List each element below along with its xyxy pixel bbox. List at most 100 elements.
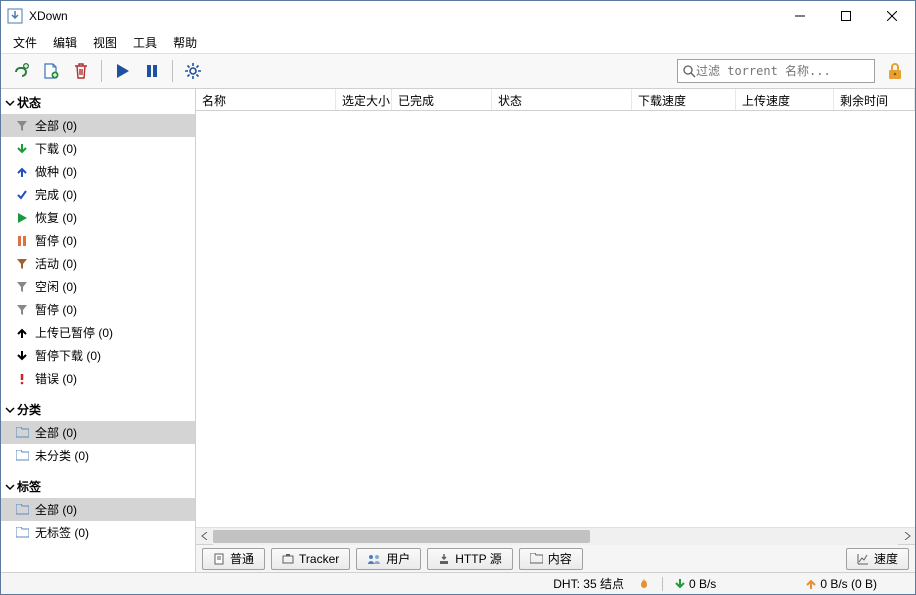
folder-icon [530,553,543,564]
sidebar-item-errored[interactable]: 错误 (0) [1,367,195,390]
column-dlspeed[interactable]: 下载速度 [632,89,736,110]
status-upload-text: 0 B/s (0 B) [820,577,877,591]
maximize-button[interactable] [823,1,869,31]
tab-tracker[interactable]: Tracker [271,548,350,570]
sidebar-item-label: 暂停 (0) [35,301,77,318]
tab-label: 用户 [386,550,410,567]
funnel-icon [15,119,29,133]
sidebar-item-download-paused[interactable]: 暂停下载 (0) [1,344,195,367]
check-icon [15,188,29,202]
sidebar-item-seeding[interactable]: 做种 (0) [1,160,195,183]
minimize-button[interactable] [777,1,823,31]
horizontal-scrollbar[interactable] [196,527,915,544]
tab-label: HTTP 源 [455,550,501,567]
sidebar-item-resumed[interactable]: 恢复 (0) [1,206,195,229]
menubar: 文件 编辑 视图 工具 帮助 [1,31,915,53]
funnel-stalled-icon [15,303,29,317]
play-icon [15,211,29,225]
lock-button[interactable] [881,57,909,85]
window-title: XDown [29,9,777,23]
column-status[interactable]: 状态 [492,89,632,110]
sidebar-item-cat-all[interactable]: 全部 (0) [1,421,195,444]
delete-button[interactable] [67,57,95,85]
status-dht[interactable]: DHT: 35 结点 [553,575,624,592]
sidebar: 状态 全部 (0) 下载 (0) 做种 (0) 完成 (0) 恢复 (0) 暂停… [1,89,196,572]
sidebar-item-stalled[interactable]: 暂停 (0) [1,298,195,321]
menu-view[interactable]: 视图 [85,32,125,53]
menu-edit[interactable]: 编辑 [45,32,85,53]
sidebar-item-cat-uncat[interactable]: 未分类 (0) [1,444,195,467]
settings-button[interactable] [179,57,207,85]
start-button[interactable] [108,57,136,85]
document-icon [213,553,225,565]
toolbar-separator [101,60,102,82]
sidebar-item-all[interactable]: 全部 (0) [1,114,195,137]
column-name[interactable]: 名称 [196,89,336,110]
sidebar-header-tags[interactable]: 标签 [1,475,195,498]
chevron-down-icon [5,405,17,415]
menu-tools[interactable]: 工具 [125,32,165,53]
statusbar: DHT: 35 结点 0 B/s 0 B/s (0 B) [1,572,915,594]
search-input[interactable] [696,64,870,78]
sidebar-item-completed[interactable]: 完成 (0) [1,183,195,206]
users-icon [367,553,381,565]
table-body [196,111,915,527]
menu-help[interactable]: 帮助 [165,32,205,53]
column-remaining[interactable]: 剩余时间 [834,89,915,110]
tab-speed[interactable]: 速度 [846,548,909,570]
tab-label: 普通 [230,550,254,567]
main-area: 状态 全部 (0) 下载 (0) 做种 (0) 完成 (0) 恢复 (0) 暂停… [1,89,915,572]
sidebar-header-status[interactable]: 状态 [1,91,195,114]
status-download[interactable]: 0 B/s [675,577,716,591]
tab-label: 内容 [548,550,572,567]
column-done[interactable]: 已完成 [392,89,492,110]
upload-paused-icon [15,326,29,340]
pause-button[interactable] [138,57,166,85]
tab-content[interactable]: 内容 [519,548,583,570]
sidebar-item-label: 活动 (0) [35,255,77,272]
pause-icon [15,234,29,248]
sidebar-header-label: 分类 [17,401,41,418]
column-upspeed[interactable]: 上传速度 [736,89,834,110]
sidebar-item-active[interactable]: 活动 (0) [1,252,195,275]
scrollbar-thumb[interactable] [213,530,590,543]
toolbar-separator [172,60,173,82]
menu-file[interactable]: 文件 [5,32,45,53]
close-button[interactable] [869,1,915,31]
bottom-tabs: 普通 Tracker 用户 HTTP 源 内容 速度 [196,544,915,572]
sidebar-header-categories[interactable]: 分类 [1,398,195,421]
chart-icon [857,553,869,565]
tab-label: 速度 [874,550,898,567]
add-link-button[interactable] [7,57,35,85]
tab-general[interactable]: 普通 [202,548,265,570]
add-file-button[interactable] [37,57,65,85]
sidebar-item-tag-untagged[interactable]: 无标签 (0) [1,521,195,544]
download-paused-icon [15,349,29,363]
scroll-left-icon[interactable] [196,528,213,545]
sidebar-item-label: 无标签 (0) [35,524,89,541]
sidebar-header-label: 标签 [17,478,41,495]
sidebar-item-upload-paused[interactable]: 上传已暂停 (0) [1,321,195,344]
sidebar-item-downloading[interactable]: 下载 (0) [1,137,195,160]
tab-user[interactable]: 用户 [356,548,421,570]
column-selsize[interactable]: 选定大小 [336,89,392,110]
status-upload[interactable]: 0 B/s (0 B) [806,577,877,591]
sidebar-header-label: 状态 [17,94,41,111]
folder-icon [15,526,29,540]
tab-http[interactable]: HTTP 源 [427,548,512,570]
search-box[interactable] [677,59,875,83]
sidebar-item-label: 全部 (0) [35,117,77,134]
sidebar-item-paused[interactable]: 暂停 (0) [1,229,195,252]
fire-icon[interactable] [638,577,650,591]
sidebar-item-tag-all[interactable]: 全部 (0) [1,498,195,521]
up-arrow-icon [806,578,816,590]
content-area: 名称 选定大小 已完成 状态 下载速度 上传速度 剩余时间 普通 Tracker… [196,89,915,572]
sidebar-item-label: 下载 (0) [35,140,77,157]
chevron-down-icon [5,98,17,108]
sidebar-item-label: 全部 (0) [35,501,77,518]
scroll-right-icon[interactable] [898,528,915,545]
upload-arrow-icon [15,165,29,179]
search-icon [682,64,696,78]
download-icon [438,553,450,565]
sidebar-item-inactive[interactable]: 空闲 (0) [1,275,195,298]
